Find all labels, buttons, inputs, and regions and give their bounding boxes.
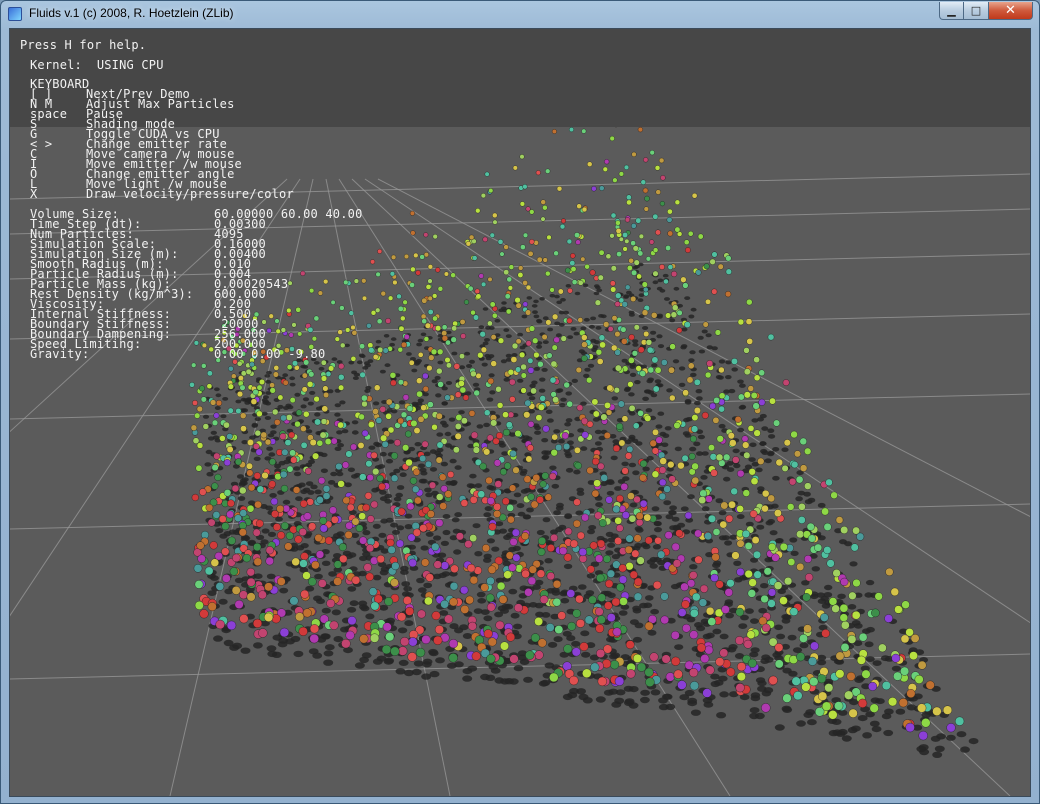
simulation-viewport[interactable]: Press H for help. Kernel: USING CPU KEYB… [9,28,1031,797]
window-controls: ▁ □ ✕ [939,2,1033,20]
key-label: C [30,147,38,161]
key-label: space [30,107,68,121]
key-description: Draw velocity/pressure/color [86,187,294,201]
key-label: O [30,167,38,181]
minimize-button[interactable]: ▁ [939,2,964,20]
help-hint: Press H for help. [20,38,147,52]
window-title: Fluids v.1 (c) 2008, R. Hoetzlein (ZLib) [29,6,234,20]
keyboard-help: KEYBOARD [ ] Next/Prev Demo N M Adjust Max … [30,78,294,201]
parameter-value: 0.00 0.00 -9.80 [214,347,326,361]
key-label: I [30,157,38,171]
hud-overlay: Press H for help. Kernel: USING CPU KEYB… [10,29,1030,796]
key-label: X [30,187,38,201]
parameter-row: Gravity: 0.00 0.00 -9.80 [30,347,363,361]
parameter-list: Volume Size: 60.00000 60.00 40.00 Time Ste… [30,208,363,361]
title-bar[interactable]: Fluids v.1 (c) 2008, R. Hoetzlein (ZLib)… [1,1,1039,27]
app-window: Fluids v.1 (c) 2008, R. Hoetzlein (ZLib)… [0,0,1040,804]
key-label: < > [30,137,53,151]
kernel-status: Kernel: USING CPU [30,58,164,72]
key-label: L [30,177,38,191]
keyboard-row: N M Adjust Max Particles [30,98,294,110]
keyboard-row: X Draw velocity/pressure/color [30,187,294,201]
parameter-label: Gravity: [30,347,90,361]
close-button[interactable]: ✕ [989,2,1033,20]
maximize-button[interactable]: □ [964,2,989,20]
key-label: S [30,117,38,131]
app-icon [8,7,22,21]
